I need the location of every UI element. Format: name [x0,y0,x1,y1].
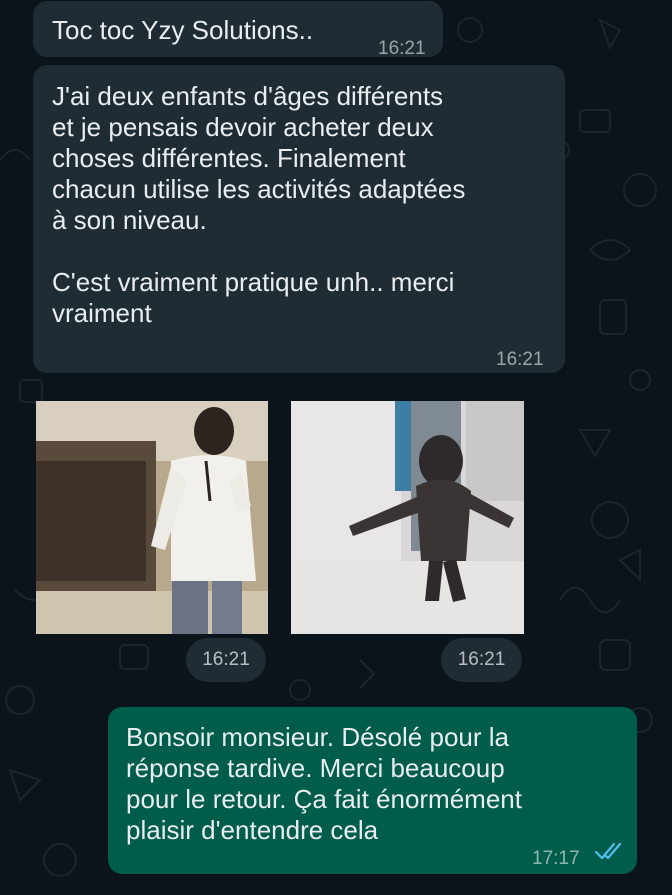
message-timestamp: 16:21 [496,349,544,370]
sticker-timestamp: 16:21 [186,638,266,682]
message-text: Bonsoir monsieur. Désolé pour la réponse… [126,722,522,845]
running-figure-sticker-image [291,401,524,634]
running-figure-sticker[interactable] [291,401,524,634]
message-text: Toc toc Yzy Solutions.. [52,15,314,45]
message-bubble-incoming[interactable]: J'ai deux enfants d'âges différents et j… [33,65,565,373]
message-bubble-incoming[interactable]: Toc toc Yzy Solutions.. 16:21 [33,1,443,59]
message-timestamp: 16:21 [378,38,426,59]
dancing-man-sticker-image [36,401,268,634]
message-bubble-outgoing[interactable]: Bonsoir monsieur. Désolé pour la réponse… [108,707,637,874]
sticker-timestamp: 16:21 [441,638,522,682]
message-timestamp: 17:17 [532,848,580,869]
double-check-icon [594,842,622,860]
dancing-man-sticker[interactable] [36,401,268,634]
message-text: J'ai deux enfants d'âges différents et j… [52,81,466,328]
